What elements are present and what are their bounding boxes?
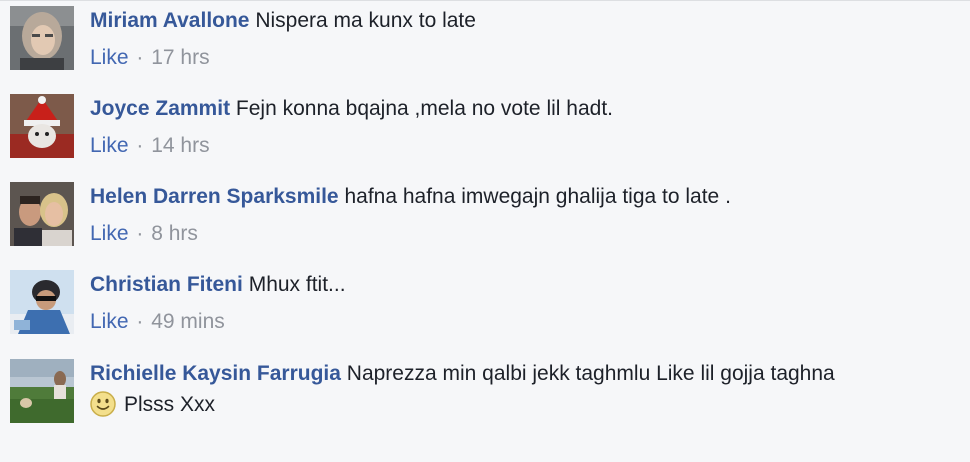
comment-timestamp[interactable]: 17 hrs bbox=[151, 46, 209, 69]
avatar[interactable] bbox=[10, 359, 74, 423]
comment-text: Nispera ma kunx to late bbox=[255, 9, 476, 32]
comment-author-link[interactable]: Miriam Avallone bbox=[90, 9, 250, 32]
comment-text: hafna hafna imwegajn ghalija tiga to lat… bbox=[344, 185, 731, 208]
meta-separator: · bbox=[136, 134, 144, 157]
comment-timestamp[interactable]: 49 mins bbox=[151, 310, 225, 333]
avatar[interactable] bbox=[10, 270, 74, 334]
smiley-icon bbox=[90, 391, 116, 425]
comment-timestamp[interactable]: 8 hrs bbox=[151, 222, 198, 245]
comment-text-continued: Plsss Xxx bbox=[124, 393, 216, 416]
comment-author-link[interactable]: Richielle Kaysin Farrugia bbox=[90, 362, 341, 385]
avatar[interactable] bbox=[10, 182, 74, 246]
comment-author-link[interactable]: Joyce Zammit bbox=[90, 97, 230, 120]
meta-separator: · bbox=[136, 310, 144, 333]
comment-author-link[interactable]: Christian Fiteni bbox=[90, 273, 243, 296]
meta-separator: · bbox=[136, 46, 144, 69]
like-button[interactable]: Like bbox=[90, 310, 129, 333]
comment-author-link[interactable]: Helen Darren Sparksmile bbox=[90, 185, 339, 208]
comment-timestamp[interactable]: 14 hrs bbox=[151, 134, 209, 157]
like-button[interactable]: Like bbox=[90, 46, 129, 69]
avatar[interactable] bbox=[10, 6, 74, 70]
comment-text: Fejn konna bqajna ,mela no vote lil hadt… bbox=[235, 97, 613, 120]
like-button[interactable]: Like bbox=[90, 134, 129, 157]
avatar[interactable] bbox=[10, 94, 74, 158]
comment-text: Mhux ftit... bbox=[248, 273, 346, 296]
like-button[interactable]: Like bbox=[90, 222, 129, 245]
meta-separator: · bbox=[136, 222, 144, 245]
comment-list: Miriam Avallone Nispera ma kunx to late … bbox=[0, 0, 970, 462]
comment-text: Naprezza min qalbi jekk taghmlu Like lil… bbox=[346, 362, 835, 385]
